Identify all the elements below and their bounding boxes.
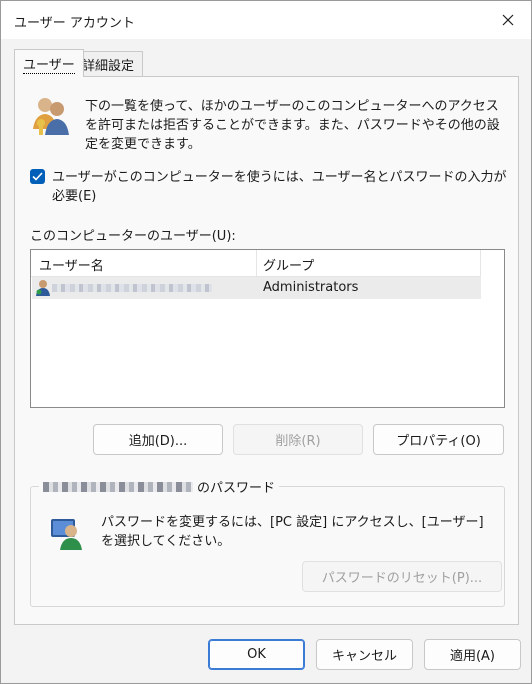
redacted-username-legend [43,481,193,492]
column-divider[interactable] [256,250,257,276]
dialog-footer: OK キャンセル 適用(A) [1,625,531,683]
password-groupbox: のパスワード パスワードを変更するには、[PC 設定] にアクセスし、[ユーザー… [30,477,505,607]
users-icon [33,98,69,135]
column-header-username[interactable]: ユーザー名 [39,255,104,274]
password-group-title: のパスワード [197,481,276,496]
ok-button[interactable]: OK [208,639,305,670]
close-button[interactable] [491,5,525,35]
user-with-key-icon [51,519,82,550]
column-header-group[interactable]: グループ [263,255,314,274]
user-accounts-dialog: ユーザー アカウント ユーザー 詳細設定 下の一覧を使って、ほかのユーザーのこの… [0,0,532,684]
password-description: パスワードを変更するには、[PC 設定] にアクセスし、[ユーザー] を選択して… [101,515,484,549]
apply-button[interactable]: 適用(A) [424,639,521,670]
window-title: ユーザー アカウント [14,16,135,31]
check-icon [32,172,43,181]
column-divider[interactable] [480,250,481,276]
user-account-icon [36,280,50,296]
properties-button[interactable]: プロパティ(O) [373,424,504,455]
close-icon [502,14,514,26]
table-row[interactable]: Administrators [32,277,481,299]
add-user-button[interactable]: 追加(D)... [93,424,223,455]
users-listview[interactable]: ユーザー名 グループ Administrators [30,249,505,408]
reset-password-button[interactable]: パスワードのリセット(P)... [302,561,502,592]
password-group-legend: のパスワード [39,477,280,496]
tab-advanced-label: 詳細設定 [82,58,135,74]
description-text: 下の一覧を使って、ほかのユーザーのこのコンピューターへのアクセスを許可または拒否… [85,99,500,152]
redacted-username [52,284,212,292]
tab-users[interactable]: ユーザー [14,49,84,77]
users-list-label: このコンピューターのユーザー(U): [30,229,236,244]
users-tab-panel: 下の一覧を使って、ほかのユーザーのこのコンピューターへのアクセスを許可または拒否… [14,76,519,625]
tab-users-label: ユーザー [23,54,75,74]
remove-user-button[interactable]: 削除(R) [233,424,363,455]
require-login-label[interactable]: ユーザーがこのコンピューターを使うには、ユーザー名とパスワードの入力が必要(E) [52,166,518,204]
user-group-cell: Administrators [263,280,359,295]
listview-header: ユーザー名 グループ [31,250,481,277]
title-bar: ユーザー アカウント [1,1,531,39]
require-login-checkbox[interactable] [30,169,45,184]
cancel-button[interactable]: キャンセル [316,639,413,670]
